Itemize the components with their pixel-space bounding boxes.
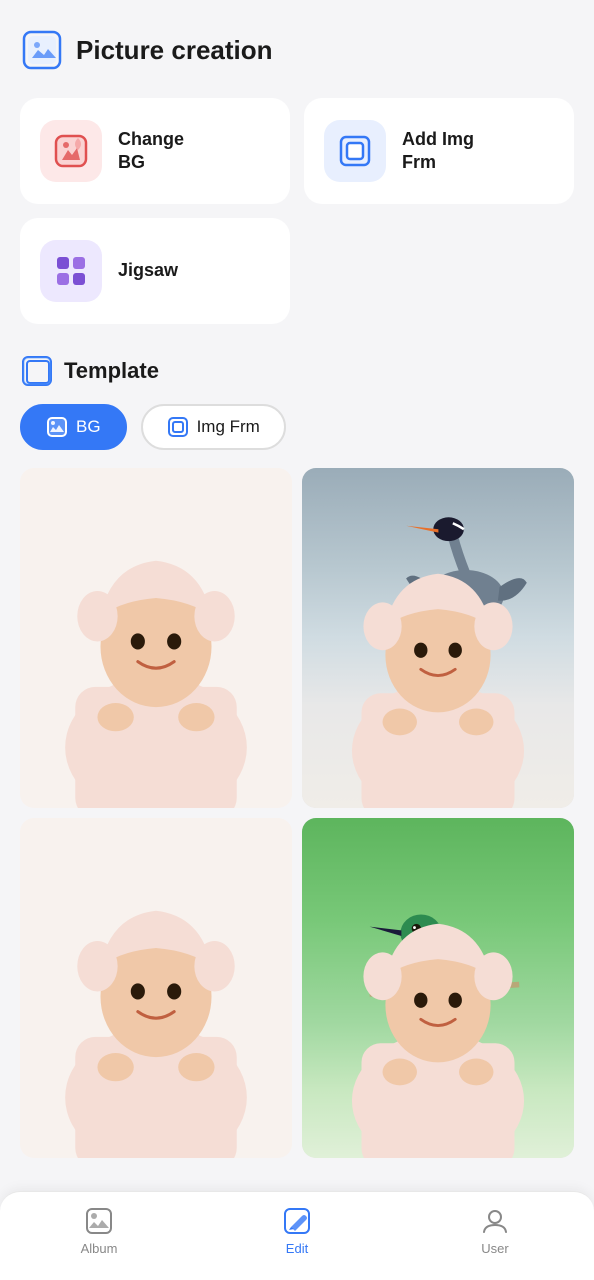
cards-row-1: Change BG Add Img Frm <box>20 98 574 204</box>
bottom-nav: Album Edit User <box>0 1191 594 1280</box>
cards-row-2: Jigsaw <box>20 218 574 324</box>
template-icon <box>20 354 54 388</box>
nav-edit[interactable]: Edit <box>198 1206 396 1256</box>
person-silhouette-3 <box>20 835 292 1158</box>
change-bg-icon <box>52 132 90 170</box>
jigsaw-icon-bg <box>40 240 102 302</box>
filter-img-frm-label: Img Frm <box>197 417 260 437</box>
user-icon <box>480 1206 510 1236</box>
album-icon <box>84 1206 114 1236</box>
add-img-frm-icon-bg <box>324 120 386 182</box>
edit-icon <box>282 1206 312 1236</box>
user-label: User <box>481 1241 508 1256</box>
template-title: Template <box>64 358 159 384</box>
photo-cell-2[interactable] <box>302 468 574 808</box>
photo-cell-4[interactable] <box>302 818 574 1158</box>
template-header: Template <box>20 354 574 388</box>
jigsaw-icon <box>52 252 90 290</box>
filter-bg-button[interactable]: BG <box>20 404 127 450</box>
filter-row: BG Img Frm <box>20 404 574 450</box>
edit-label: Edit <box>286 1241 308 1256</box>
person-silhouette-4 <box>302 852 574 1158</box>
change-bg-card[interactable]: Change BG <box>20 98 290 204</box>
filter-bg-label: BG <box>76 417 101 437</box>
person-silhouette-2 <box>302 502 574 808</box>
photo-cell-1[interactable] <box>20 468 292 808</box>
add-img-frm-label: Add Img Frm <box>402 128 474 175</box>
filter-img-frm-icon <box>167 416 189 438</box>
person-silhouette-1 <box>20 485 292 808</box>
page-title: Picture creation <box>76 35 273 66</box>
photo-cell-3[interactable] <box>20 818 292 1158</box>
header: Picture creation <box>0 0 594 88</box>
template-section: Template BG Img Frm <box>0 344 594 1172</box>
filter-img-frm-button[interactable]: Img Frm <box>141 404 286 450</box>
photo-grid <box>20 468 574 1158</box>
add-img-frm-icon <box>336 132 374 170</box>
change-bg-label: Change BG <box>118 128 184 175</box>
filter-bg-icon <box>46 416 68 438</box>
add-img-frm-card[interactable]: Add Img Frm <box>304 98 574 204</box>
jigsaw-card[interactable]: Jigsaw <box>20 218 290 324</box>
picture-creation-icon <box>20 28 64 72</box>
nav-user[interactable]: User <box>396 1206 594 1256</box>
album-label: Album <box>81 1241 118 1256</box>
cards-section: Change BG Add Img Frm <box>0 88 594 344</box>
nav-album[interactable]: Album <box>0 1206 198 1256</box>
jigsaw-label: Jigsaw <box>118 259 178 282</box>
cards-grid: Change BG Add Img Frm <box>20 98 574 324</box>
change-bg-icon-bg <box>40 120 102 182</box>
